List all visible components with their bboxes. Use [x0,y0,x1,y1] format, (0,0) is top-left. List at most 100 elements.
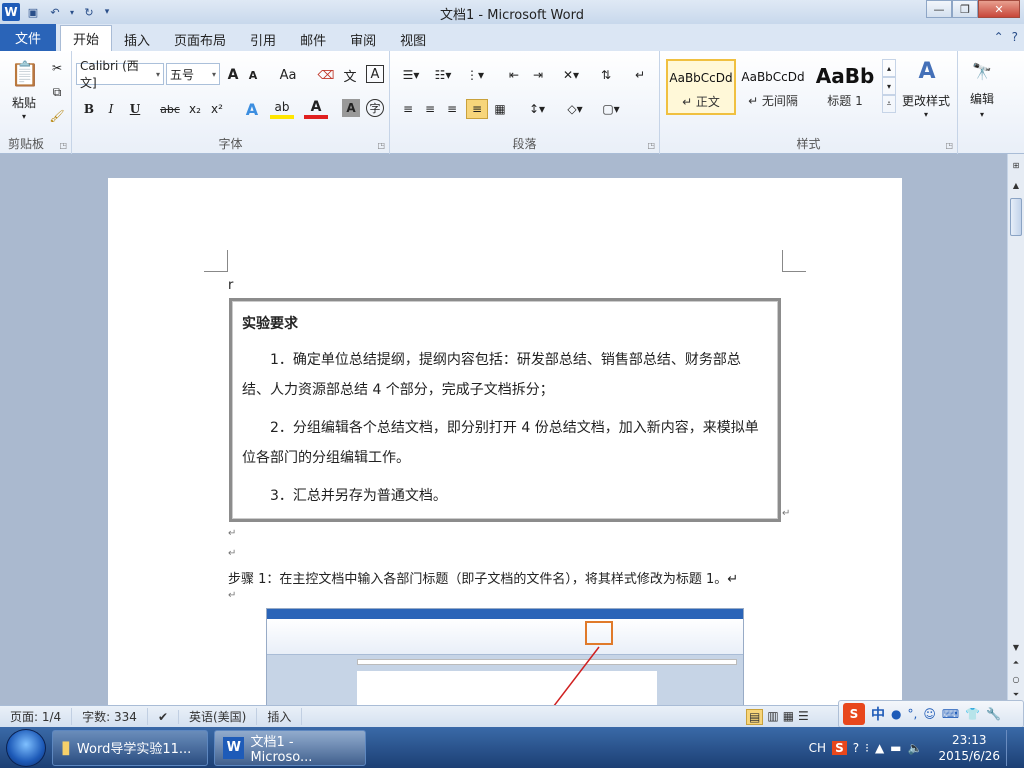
print-layout-view-icon[interactable]: ▤ [746,708,764,725]
styles-launcher-icon[interactable]: ◳ [945,141,953,150]
paragraph-launcher-icon[interactable]: ◳ [647,141,655,150]
requirements-box[interactable]: 实验要求 1．确定单位总结提纲，提纲内容包括：研发部总结、销售部总结、财务部总结… [229,298,781,522]
skin-icon[interactable]: 👕 [965,707,980,721]
subscript-button[interactable]: x₂ [186,99,204,119]
half-width-icon[interactable]: ● [891,707,901,721]
clear-formatting-icon[interactable]: ⌫ [316,65,336,85]
styles-scroll-up-icon[interactable]: ▴ [882,59,896,77]
scroll-thumb[interactable] [1010,198,1022,236]
network-icon[interactable]: ▬ [890,741,901,755]
font-name-combo[interactable]: Calibri (西文] ▾ [76,59,164,90]
input-language[interactable]: CH [809,741,826,755]
clock[interactable]: 23:13 2015/6/26 [938,732,1000,764]
paste-button[interactable]: 粘贴 [6,93,42,111]
page-count[interactable]: 页面: 1/4 [0,708,73,725]
justify-icon[interactable]: ≡ [466,99,488,119]
tab-page-layout[interactable]: 页面布局 [162,27,238,51]
word-count[interactable]: 字数: 334 [72,708,148,725]
tab-file[interactable]: 文件 [0,24,56,51]
superscript-button[interactable]: x² [208,99,226,119]
clipboard-launcher-icon[interactable]: ◳ [59,141,67,150]
shading-icon[interactable]: ◇▾ [562,99,588,119]
collapse-ribbon-icon[interactable]: ⌃ [994,30,1004,44]
font-launcher-icon[interactable]: ◳ [377,141,385,150]
punctuation-icon[interactable]: °, [907,707,917,721]
cut-icon[interactable]: ✂ [48,59,66,77]
text-effects-icon[interactable]: A [240,99,264,119]
tab-insert[interactable]: 插入 [112,27,162,51]
proofing-icon[interactable]: ✔ [148,709,179,724]
styles-more-icon[interactable]: ⩡ [882,95,896,113]
font-size-combo[interactable]: 五号 ▾ [166,63,220,85]
show-hidden-icons-icon[interactable]: ▲ [875,741,884,755]
line-spacing-icon[interactable]: ↕▾ [524,99,550,119]
show-desktop-button[interactable] [1006,729,1016,766]
outline-view-icon[interactable]: ☰ [798,709,809,725]
character-border-icon[interactable]: A [366,65,384,83]
styles-scroll-down-icon[interactable]: ▾ [882,77,896,95]
numbering-icon[interactable]: ☷▾ [430,65,456,85]
vertical-scrollbar[interactable]: ⊞ ▲ ▼ ⏶ ○ ⏷ [1007,154,1024,705]
tools-icon[interactable]: 🔧 [986,707,1001,721]
editing-button[interactable]: 编辑 [962,89,1002,107]
language[interactable]: 英语(美国) [179,708,258,725]
scroll-up-icon[interactable]: ▲ [1008,178,1024,192]
find-icon[interactable]: 🔭 [970,59,994,83]
underline-button[interactable]: U [126,99,144,119]
close-button[interactable]: ✕ [978,0,1020,18]
align-center-icon[interactable]: ≡ [420,99,440,119]
document-page[interactable]: r 实验要求 1．确定单位总结提纲，提纲内容包括：研发部总结、销售部总结、财务部… [108,178,902,705]
change-case-button[interactable]: Aa [276,65,300,85]
tab-mailings[interactable]: 邮件 [288,27,338,51]
grow-font-button[interactable]: A [224,65,242,85]
tab-review[interactable]: 审阅 [338,27,388,51]
phonetic-guide-icon[interactable]: 文 [340,65,360,85]
copy-icon[interactable]: ⧉ [48,83,66,101]
bold-button[interactable]: B [80,99,98,119]
paste-dropdown-icon[interactable]: ▾ [18,111,30,121]
insert-mode[interactable]: 插入 [257,708,303,725]
keyboard-icon[interactable]: ⌨ [942,707,959,721]
bullets-icon[interactable]: ☰▾ [398,65,424,85]
sort-icon[interactable]: ⇅ [596,65,616,85]
paste-icon[interactable]: 📋 [10,57,40,91]
font-color-icon[interactable]: A [304,99,328,119]
character-shading-icon[interactable]: A [342,99,360,117]
borders-icon[interactable]: ▢▾ [598,99,624,119]
maximize-button[interactable]: ❐ [952,0,978,18]
embedded-screenshot[interactable] [266,608,744,705]
full-screen-reading-icon[interactable]: ▥ [767,709,778,725]
web-layout-icon[interactable]: ▦ [783,709,794,725]
decrease-indent-icon[interactable]: ⇤ [504,65,524,85]
ruler-toggle-icon[interactable]: ⊞ [1008,158,1024,172]
start-button[interactable] [6,728,46,767]
chinese-layout-icon[interactable]: ✕▾ [558,65,584,85]
help-icon[interactable]: ? [1012,30,1018,44]
ime-mode[interactable]: 中 [871,704,885,724]
browse-object-icon[interactable]: ○ [1008,672,1024,686]
show-marks-icon[interactable]: ↵ [630,65,650,85]
sogou-logo-icon[interactable]: S [843,703,865,725]
increase-indent-icon[interactable]: ⇥ [528,65,548,85]
align-left-icon[interactable]: ≡ [398,99,418,119]
change-styles-button[interactable]: 更改样式 [896,91,956,109]
scroll-down-icon[interactable]: ▼ [1008,640,1024,654]
tray-options-icon[interactable]: ⁝ [865,741,869,755]
multilevel-list-icon[interactable]: ⋮▾ [462,65,488,85]
emoji-icon[interactable]: ☺ [923,707,936,721]
tab-view[interactable]: 视图 [388,27,438,51]
help-tray-icon[interactable]: ? [853,741,859,755]
strikethrough-button[interactable]: abc [158,99,182,119]
style-no-spacing[interactable]: AaBbCcDd ↵ 无间隔 [738,59,808,115]
taskbar-item-folder[interactable]: ▮ Word导学实验11... [52,729,208,766]
tab-references[interactable]: 引用 [238,27,288,51]
taskbar-item-word[interactable]: W 文档1 - Microso... [214,729,366,766]
minimize-button[interactable]: — [926,0,952,18]
tab-home[interactable]: 开始 [60,25,113,51]
align-right-icon[interactable]: ≡ [442,99,462,119]
change-styles-icon[interactable]: A [910,57,944,85]
enclose-characters-icon[interactable]: 字 [366,99,384,117]
format-painter-icon[interactable]: 🖌 [48,107,66,125]
style-heading-1[interactable]: AaBb 标题 1 [810,59,880,115]
italic-button[interactable]: I [102,99,120,119]
